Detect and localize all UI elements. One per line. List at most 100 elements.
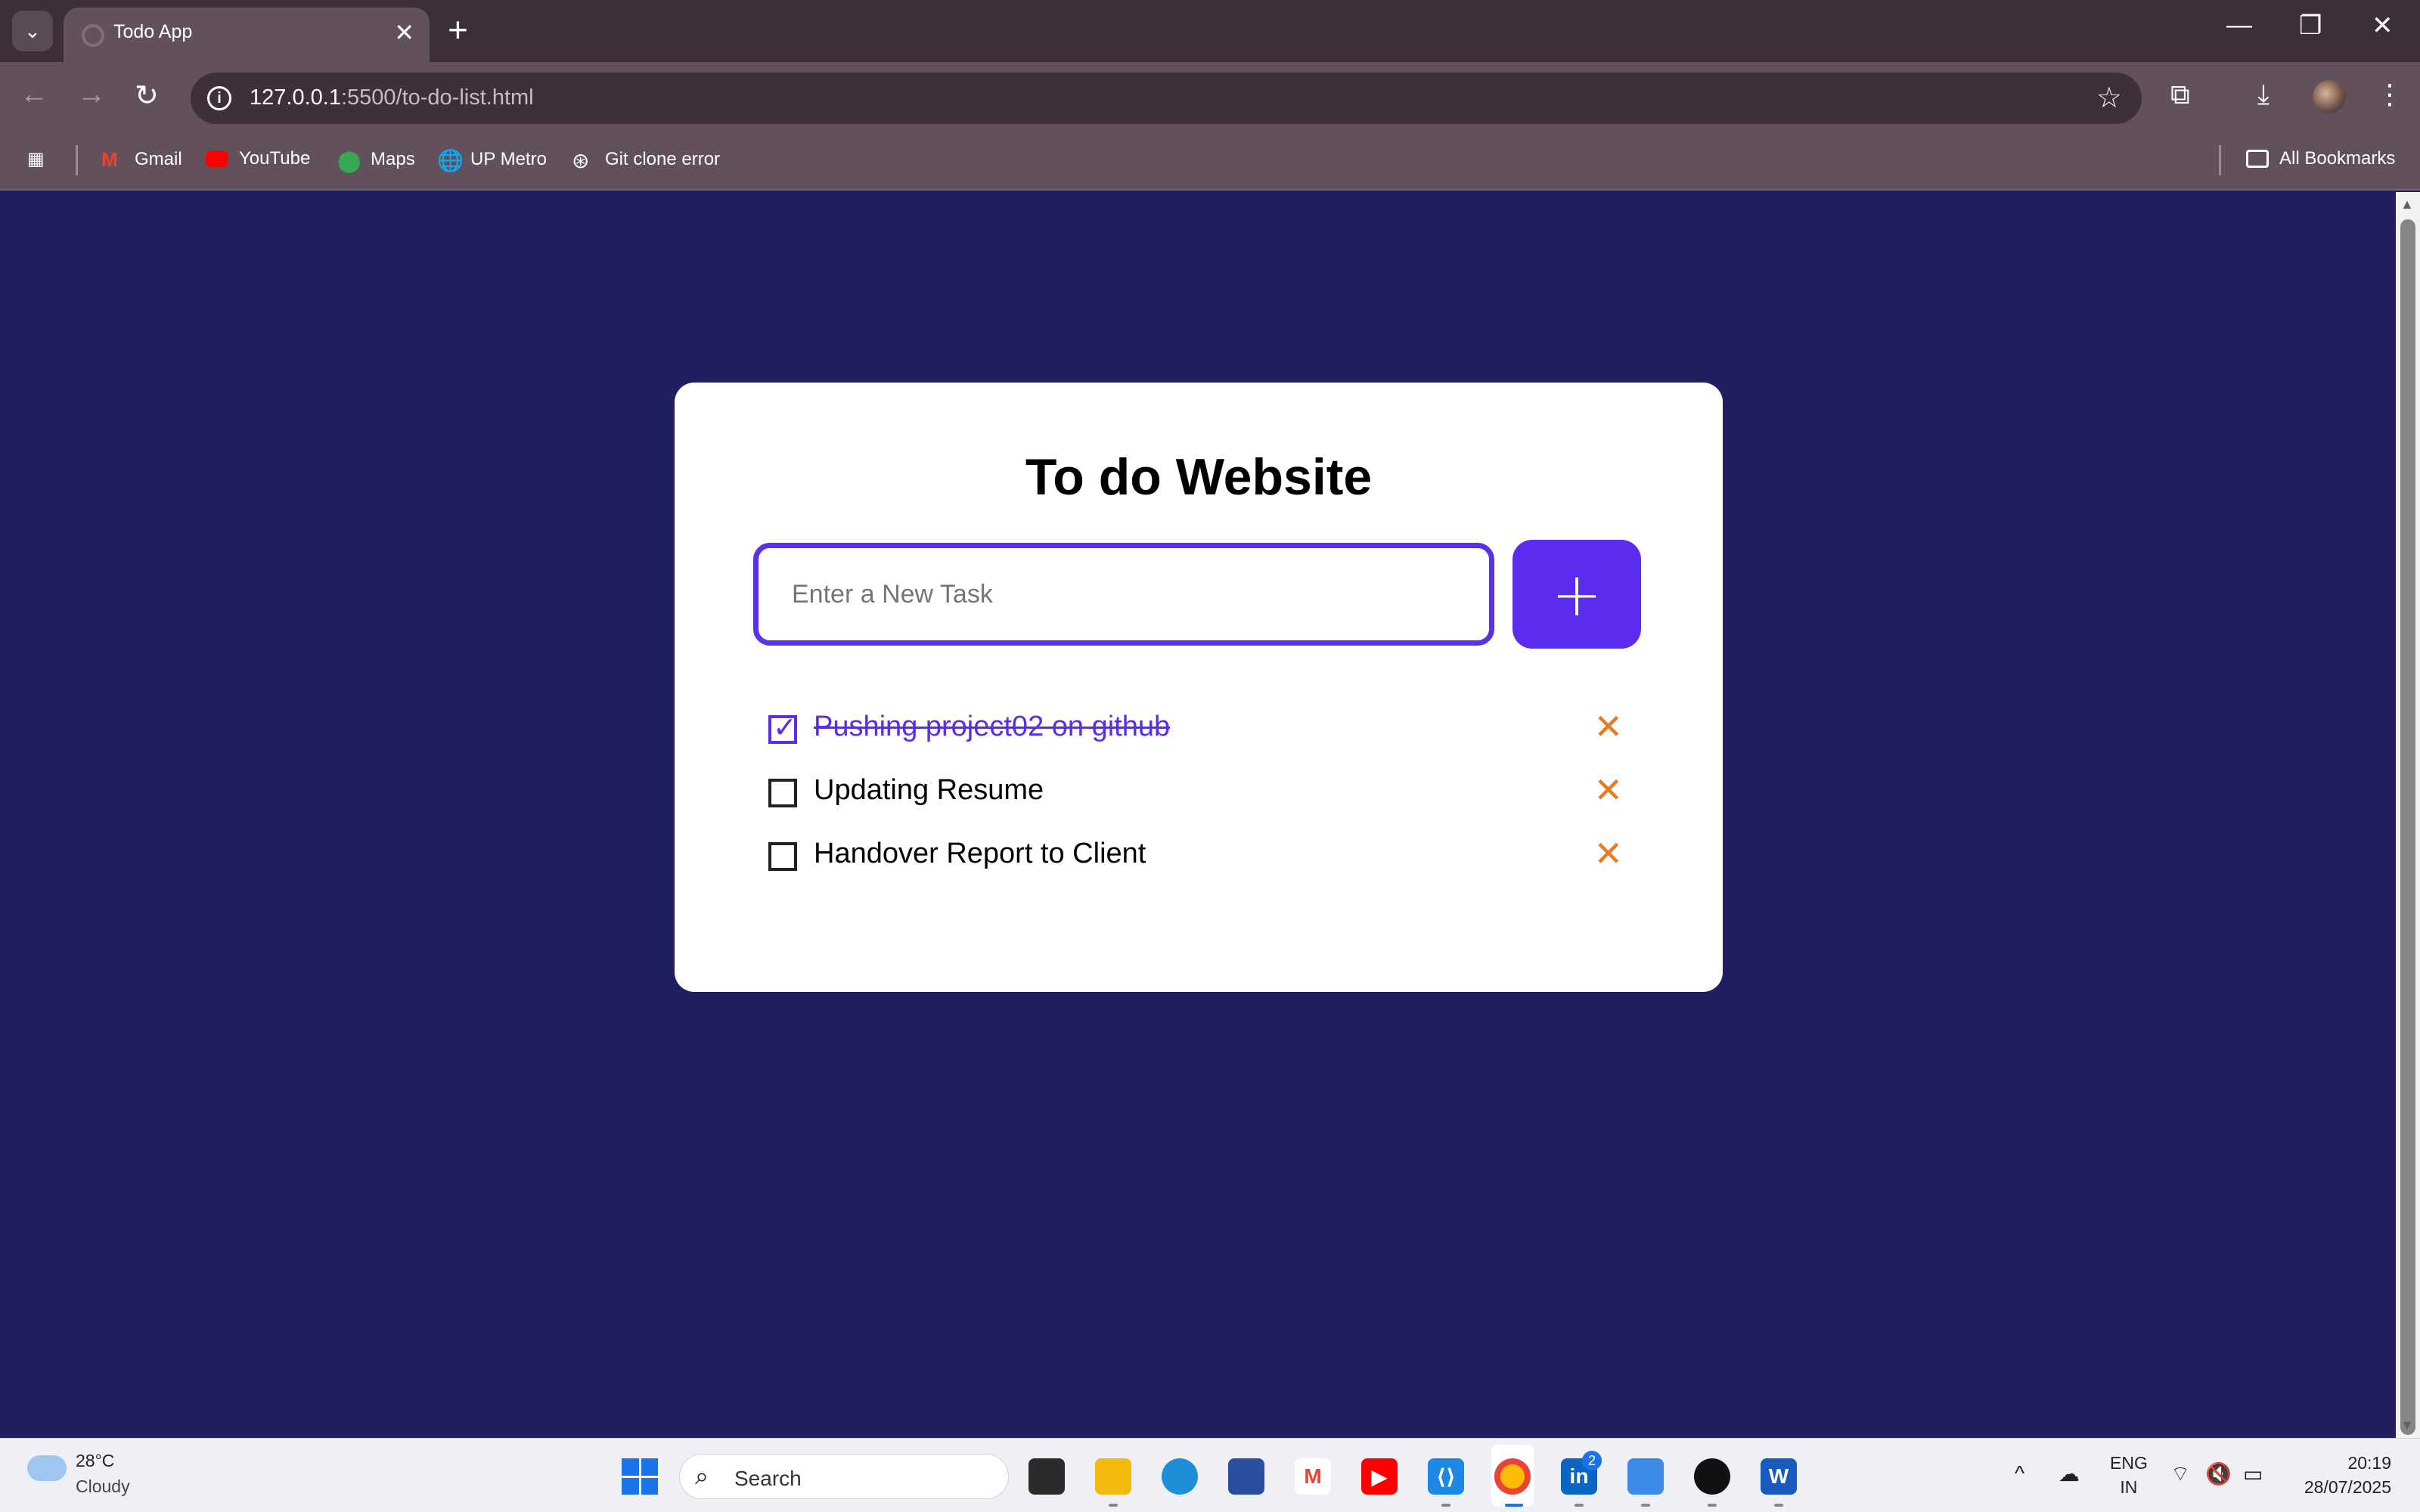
battery-icon[interactable]: ▭ (2243, 1461, 2263, 1486)
clock-date: 28/07/2025 (2304, 1477, 2391, 1497)
openai-icon: ⊛ (572, 149, 590, 172)
maps-pin-icon: ⬤ (337, 149, 361, 172)
bookmark-up-metro[interactable]: 🌐 UP Metro (437, 148, 547, 172)
cloud-icon[interactable] (27, 1455, 67, 1481)
tab-todo-app[interactable]: Todo App ✕ (64, 8, 430, 62)
youtube-icon (206, 150, 228, 167)
bookmark-gmail[interactable]: M Gmail (101, 148, 182, 171)
bookmark-star-icon[interactable]: ☆ (2096, 81, 2122, 115)
active-indicator (1505, 1504, 1523, 1507)
delete-task-icon[interactable]: ✕ (1593, 770, 1623, 810)
bookmarks-bar: ▦ M Gmail YouTube ⬤ Maps 🌐 UP Metro ⊛ Git cl… (0, 132, 2420, 191)
download-icon[interactable]: ⤓ (2257, 79, 2270, 111)
back-icon[interactable]: ← (20, 79, 48, 111)
wifi-icon[interactable]: ⌔ (2170, 1461, 2190, 1488)
windows-start-icon[interactable] (622, 1458, 658, 1495)
bookmark-separator (76, 145, 78, 175)
page-title: To do Website (1025, 448, 1373, 506)
task-checkbox[interactable] (768, 779, 797, 807)
bookmark-label: Maps (371, 149, 415, 169)
delete-task-icon[interactable]: ✕ (1593, 706, 1623, 747)
weather-description[interactable]: Cloudy (76, 1476, 130, 1497)
linkedin-badge: 2 (1582, 1451, 1602, 1470)
delete-task-icon[interactable]: ✕ (1593, 833, 1623, 874)
word-icon[interactable]: W (1761, 1458, 1797, 1495)
task-item: Pushing project02 on github ✕ (768, 703, 1623, 756)
chrome-icon[interactable] (1494, 1458, 1531, 1495)
taskbar-search[interactable]: ⌕ Search (679, 1454, 1009, 1499)
reload-icon[interactable]: ↻ (135, 79, 159, 113)
bookmark-git-clone-error[interactable]: ⊛ Git clone error (572, 148, 721, 172)
search-icon: ⌕ (695, 1462, 709, 1489)
running-indicator (1708, 1504, 1717, 1507)
region-code: IN (2120, 1477, 2138, 1497)
bookmark-label: Git clone error (605, 149, 721, 169)
vertical-scrollbar[interactable]: ▲ ▼ (2396, 192, 2420, 1438)
loading-favicon-icon (82, 24, 104, 47)
new-tab-button[interactable]: + (448, 9, 468, 50)
tab-title: Todo App (113, 21, 193, 42)
todo-card: To do Website + Pushing project02 on git… (675, 383, 1723, 992)
github-icon[interactable] (1694, 1458, 1730, 1495)
file-explorer-icon[interactable] (1095, 1458, 1131, 1495)
forward-icon[interactable]: → (77, 79, 106, 111)
show-hidden-icons-chevron-icon[interactable]: ^ (2015, 1461, 2024, 1486)
task-checkbox[interactable] (768, 842, 797, 871)
edge-icon[interactable] (1162, 1458, 1198, 1495)
site-info-icon[interactable]: i (207, 86, 231, 110)
more-menu-icon[interactable]: ⋮ (2376, 79, 2403, 110)
globe-icon: 🌐 (437, 149, 464, 172)
task-item: Updating Resume ✕ (768, 767, 1623, 820)
tab-search-button[interactable]: ⌄ (12, 11, 53, 51)
clock[interactable]: 20:19 28/07/2025 (2293, 1451, 2391, 1499)
url-text: 127.0.0.1:5500/to-do-list.html (250, 85, 534, 110)
minimize-icon[interactable]: — (2226, 11, 2252, 40)
url-host: 127.0.0.1 (250, 85, 341, 110)
bookmark-maps[interactable]: ⬤ Maps (337, 148, 415, 172)
running-indicator (1575, 1504, 1584, 1507)
profile-avatar[interactable] (2313, 80, 2346, 113)
language-indicator[interactable]: ENG IN (2110, 1451, 2148, 1499)
task-view-icon[interactable] (1028, 1458, 1065, 1495)
restore-icon[interactable]: ❐ (2299, 11, 2322, 41)
vscode-icon[interactable]: ⟨⟩ (1428, 1458, 1464, 1495)
address-bar[interactable]: i 127.0.0.1:5500/to-do-list.html ☆ (191, 73, 2142, 124)
clock-time: 20:19 (2347, 1453, 2391, 1473)
all-bookmarks[interactable]: All Bookmarks (2246, 148, 2395, 169)
bookmark-youtube[interactable]: YouTube (206, 148, 310, 169)
bookmark-label: UP Metro (470, 149, 547, 169)
url-path: :5500/to-do-list.html (340, 85, 534, 110)
running-indicator (1641, 1504, 1650, 1507)
youtube-app-icon[interactable]: ▶ (1361, 1458, 1398, 1495)
apps-grid-icon[interactable]: ▦ (27, 148, 45, 170)
extensions-icon[interactable]: ⧉ (2170, 79, 2190, 111)
gmail-app-icon[interactable]: M (1295, 1458, 1331, 1495)
task-item: Handover Report to Client ✕ (768, 830, 1623, 883)
running-indicator (1774, 1504, 1783, 1507)
task-text: Updating Resume (814, 774, 1044, 806)
task-checkbox[interactable] (768, 711, 797, 744)
scroll-down-icon[interactable]: ▼ (2400, 1418, 2414, 1433)
bookmark-separator (2219, 145, 2221, 175)
volume-muted-icon[interactable]: 🔇 (2205, 1461, 2232, 1486)
running-indicator (1109, 1504, 1118, 1507)
running-indicator (1441, 1504, 1450, 1507)
scrollbar-thumb[interactable] (2400, 219, 2415, 1435)
onedrive-warning-icon[interactable]: ☁ (2059, 1461, 2080, 1486)
chevron-down-icon: ⌄ (24, 19, 41, 42)
microsoft-store-icon[interactable] (1228, 1458, 1264, 1495)
language-code: ENG (2110, 1453, 2148, 1473)
new-task-input[interactable] (753, 543, 1494, 646)
notepad-icon[interactable] (1627, 1458, 1664, 1495)
browser-toolbar: ← → ↻ i 127.0.0.1:5500/to-do-list.html ☆… (0, 62, 2420, 132)
close-window-icon[interactable]: ✕ (2372, 11, 2394, 41)
bookmark-label: YouTube (239, 148, 311, 169)
scroll-up-icon[interactable]: ▲ (2400, 197, 2414, 212)
close-tab-icon[interactable]: ✕ (394, 18, 414, 47)
bookmark-label: Gmail (135, 149, 182, 169)
page-content: To do Website + Pushing project02 on git… (0, 192, 2396, 1438)
add-task-button[interactable]: + (1512, 540, 1641, 649)
gmail-icon: M (101, 148, 118, 171)
all-bookmarks-label: All Bookmarks (2279, 148, 2396, 169)
weather-temperature[interactable]: 28°C (76, 1451, 114, 1471)
